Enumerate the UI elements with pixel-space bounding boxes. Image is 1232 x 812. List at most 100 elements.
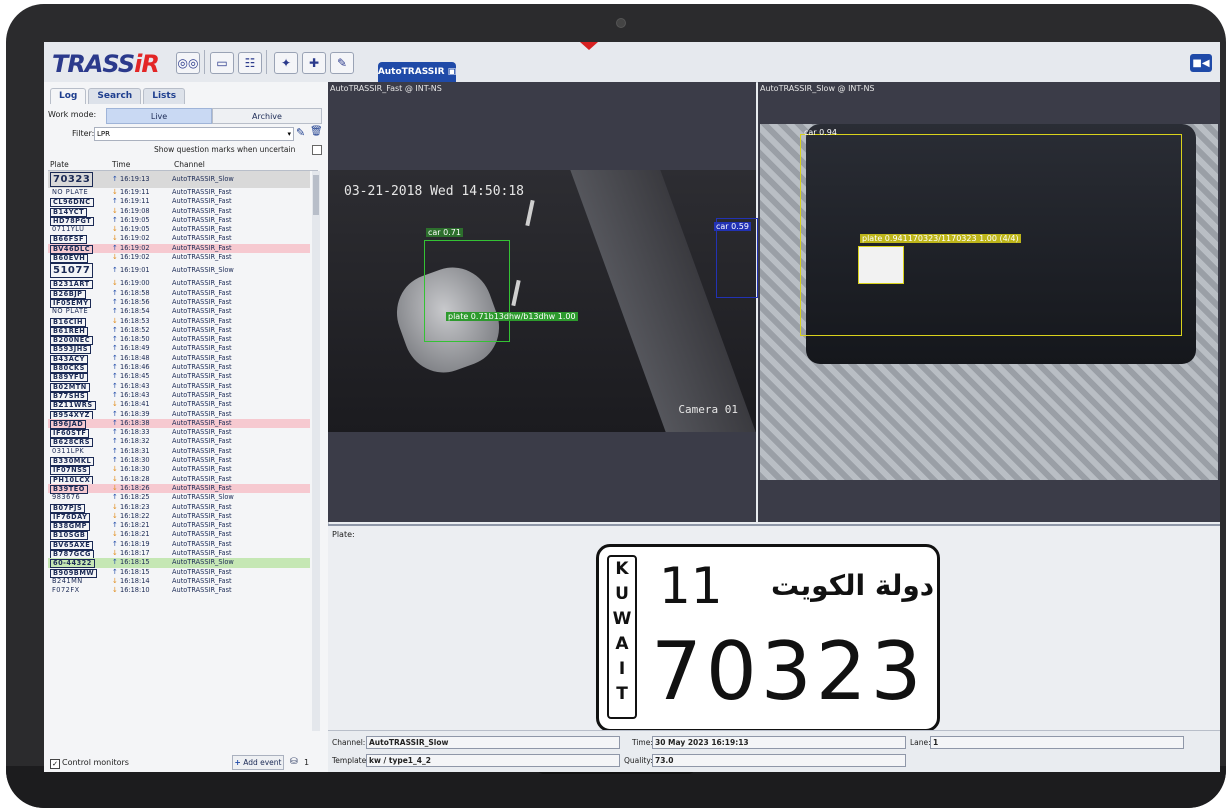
time-cell: 16:18:31: [120, 446, 150, 455]
chat-icon[interactable]: ▭: [210, 52, 234, 74]
arrow-down-icon: ↓: [112, 253, 118, 262]
tab-log[interactable]: Log: [50, 88, 87, 104]
table-row[interactable]: B241MN ↓ 16:18:14 AutoTRASSIR_Fast: [48, 577, 310, 586]
pencil-icon[interactable]: ✎: [296, 126, 305, 139]
table-row[interactable]: NO PLATE ↓ 16:19:11 AutoTRASSIR_Fast: [48, 188, 310, 197]
time-cell: 16:18:58: [120, 288, 150, 297]
table-row[interactable]: B330MKL ↑ 16:18:30 AutoTRASSIR_Fast: [48, 456, 310, 467]
time-cell: 16:18:23: [120, 502, 150, 511]
table-row[interactable]: B89YFU ↑ 16:18:45 AutoTRASSIR_Fast: [48, 372, 310, 383]
table-row[interactable]: B26BJP ↑ 16:18:58 AutoTRASSIR_Fast: [48, 288, 310, 299]
table-row[interactable]: HD78PGT ↑ 16:19:05 AutoTRASSIR_Fast: [48, 216, 310, 226]
column-time[interactable]: Time: [112, 160, 130, 169]
webcam-icon: [616, 18, 626, 28]
table-row[interactable]: B66FSF ↓ 16:19:02 AutoTRASSIR_Fast: [48, 234, 310, 245]
time-cell: 16:19:02: [120, 234, 150, 243]
channel-cell: AutoTRASSIR_Fast: [172, 521, 232, 530]
table-row[interactable]: BV65AXE ↑ 16:18:19 AutoTRASSIR_Fast: [48, 540, 310, 550]
layout-icon[interactable]: ☷: [238, 52, 262, 74]
question-marks-checkbox[interactable]: [312, 145, 322, 155]
table-row[interactable]: B593JHS ↑ 16:18:49 AutoTRASSIR_Fast: [48, 344, 310, 355]
table-row[interactable]: 70323 ↑ 16:19:13 AutoTRASSIR_Slow: [48, 171, 310, 188]
video-slow[interactable]: AutoTRASSIR_Slow @ INT-NS car 0.94 plate…: [758, 82, 1220, 522]
arrow-down-icon: ↓: [112, 188, 118, 196]
filter-select[interactable]: LPR ▾: [94, 127, 294, 141]
scroll-thumb[interactable]: [313, 175, 319, 215]
table-row[interactable]: B16CIH ↓ 16:18:53 AutoTRASSIR_Fast: [48, 317, 310, 327]
table-row[interactable]: 0311LPK ↑ 16:18:31 AutoTRASSIR_Fast: [48, 447, 310, 456]
table-row[interactable]: B38GMP ↑ 16:18:21 AutoTRASSIR_Fast: [48, 521, 310, 532]
table-row[interactable]: B954XYZ ↑ 16:18:39 AutoTRASSIR_Fast: [48, 410, 310, 420]
video-camera-icon[interactable]: ■◀: [1190, 54, 1212, 72]
tab-lists[interactable]: Lists: [143, 88, 186, 104]
table-row[interactable]: B909BMW ↑ 16:18:15 AutoTRASSIR_Fast: [48, 568, 310, 578]
table-row[interactable]: B10SGB ↓ 16:18:21 AutoTRASSIR_Fast: [48, 530, 310, 541]
archive-button[interactable]: Archive: [212, 108, 322, 124]
table-row[interactable]: PH10LCX ↓ 16:18:28 AutoTRASSIR_Fast: [48, 475, 310, 485]
table-row[interactable]: 983676 ↑ 16:18:25 AutoTRASSIR_Slow: [48, 493, 310, 502]
table-row[interactable]: B60EVH ↓ 16:19:02 AutoTRASSIR_Fast: [48, 253, 310, 264]
plate-text: B241MN: [52, 576, 83, 585]
time-cell: 16:19:11: [120, 188, 150, 196]
channel-label: Channel:: [332, 738, 366, 747]
plate-cell: B200NEC: [50, 335, 108, 346]
table-row[interactable]: B628CRS ↑ 16:18:32 AutoTRASSIR_Fast: [48, 437, 310, 448]
table-row[interactable]: B39TEO ↓ 16:18:26 AutoTRASSIR_Fast: [48, 483, 310, 494]
arrow-up-icon: ↑: [112, 446, 118, 455]
table-row[interactable]: 51077 ↑ 16:19:01 AutoTRASSIR_Slow: [48, 262, 310, 279]
channel-cell: AutoTRASSIR_Fast: [172, 225, 232, 234]
live-button[interactable]: Live: [106, 108, 212, 124]
chevron-down-icon: ▾: [287, 130, 291, 138]
column-plate[interactable]: Plate: [50, 160, 69, 169]
column-channel[interactable]: Channel: [174, 160, 205, 169]
table-row[interactable]: IF05EMY ↑ 16:18:56 AutoTRASSIR_Fast: [48, 298, 310, 308]
table-row[interactable]: B80CKS ↑ 16:18:46 AutoTRASSIR_Fast: [48, 363, 310, 374]
plate-cell: NO PLATE: [50, 188, 108, 197]
plate-cell: B80CKS: [50, 363, 108, 374]
table-row[interactable]: B787GCG ↓ 16:18:17 AutoTRASSIR_Fast: [48, 549, 310, 559]
plate-cell: B43ACY: [50, 354, 108, 364]
table-row[interactable]: IF60STF ↑ 16:18:33 AutoTRASSIR_Fast: [48, 428, 310, 439]
table-row[interactable]: 0711YLU ↓ 16:19:05 AutoTRASSIR_Fast: [48, 225, 310, 234]
time-cell: 16:19:02: [120, 253, 150, 262]
table-row[interactable]: B61REH ↑ 16:18:52 AutoTRASSIR_Fast: [48, 326, 310, 336]
add-event-button[interactable]: + Add event: [232, 755, 284, 770]
channel-cell: AutoTRASSIR_Fast: [172, 483, 232, 492]
trash-icon[interactable]: 🗑: [310, 126, 323, 137]
table-row[interactable]: BV46DLC ↑ 16:19:02 AutoTRASSIR_Fast: [48, 243, 310, 254]
table-row[interactable]: IF76DAY ↓ 16:18:22 AutoTRASSIR_Fast: [48, 512, 310, 522]
table-row[interactable]: CL96DNC ↑ 16:19:11 AutoTRASSIR_Fast: [48, 197, 310, 208]
template-label: Template:: [332, 756, 369, 765]
tab-search[interactable]: Search: [88, 88, 142, 104]
edit-icon[interactable]: ✎: [330, 52, 354, 74]
database-count: 1: [304, 758, 310, 767]
table-row[interactable]: IF07NSS ↓ 16:18:30 AutoTRASSIR_Fast: [48, 465, 310, 476]
video-fast[interactable]: AutoTRASSIR_Fast @ INT-NS car 0.71 car 0…: [328, 82, 758, 522]
kuwait-plate-image: K U W A I T 11 دولة الكويت 70323: [596, 544, 940, 732]
country-letter: W: [612, 609, 632, 629]
table-row[interactable]: NO PLATE ↑ 16:18:54 AutoTRASSIR_Fast: [48, 307, 310, 316]
channel-cell: AutoTRASSIR_Fast: [172, 307, 232, 316]
table-row[interactable]: B02MTN ↑ 16:18:43 AutoTRASSIR_Fast: [48, 382, 310, 392]
control-monitors-checkbox[interactable]: ✓: [50, 759, 60, 769]
channel-cell: AutoTRASSIR_Fast: [172, 456, 232, 465]
log-scrollbar[interactable]: [312, 171, 320, 731]
tab-autotrassir[interactable]: AutoTRASSIR ▣: [378, 62, 456, 82]
tape-icon[interactable]: ◎◎: [176, 52, 200, 74]
table-row[interactable]: B200NEC ↑ 16:18:50 AutoTRASSIR_Fast: [48, 335, 310, 346]
table-row[interactable]: B07PJS ↓ 16:18:23 AutoTRASSIR_Fast: [48, 502, 310, 513]
table-row[interactable]: B96JAD ↑ 16:18:38 AutoTRASSIR_Fast: [48, 418, 310, 429]
lane-field: 1: [930, 736, 1184, 749]
table-row[interactable]: F072FX ↓ 16:18:10 AutoTRASSIR_Fast: [48, 586, 310, 595]
time-cell: 16:18:50: [120, 335, 150, 344]
time-cell: 16:18:32: [120, 437, 150, 446]
table-row[interactable]: B231ART ↓ 16:19:00 AutoTRASSIR_Fast: [48, 279, 310, 290]
table-row[interactable]: B14YCT ↓ 16:19:08 AutoTRASSIR_Fast: [48, 207, 310, 217]
table-row[interactable]: BZ11WRS ↓ 16:18:41 AutoTRASSIR_Fast: [48, 400, 310, 411]
puzzle-icon[interactable]: ✚: [302, 52, 326, 74]
table-row[interactable]: B77SHS ↑ 16:18:43 AutoTRASSIR_Fast: [48, 391, 310, 401]
table-row[interactable]: 60-44322 ↑ 16:18:15 AutoTRASSIR_Slow: [48, 558, 310, 569]
wand-icon[interactable]: ✦: [274, 52, 298, 74]
arrow-down-icon: ↓: [112, 225, 118, 234]
table-row[interactable]: B43ACY ↑ 16:18:48 AutoTRASSIR_Fast: [48, 354, 310, 364]
